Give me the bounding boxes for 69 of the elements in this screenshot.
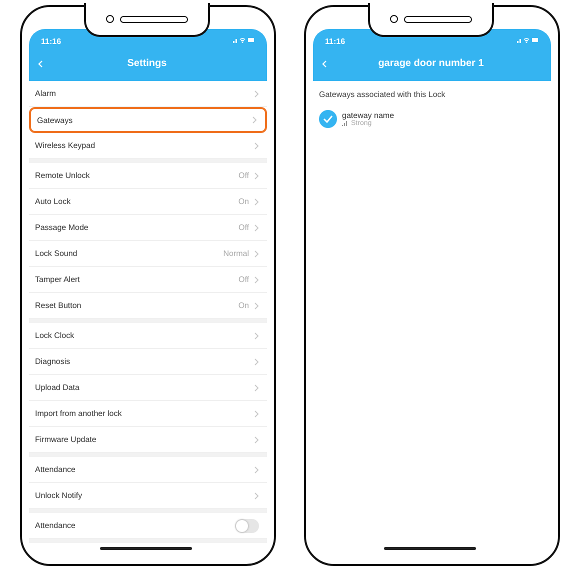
setting-label: Remote Unlock [35,171,91,180]
signal-icon [342,121,348,126]
setting-label: Lock Clock [35,331,76,340]
setting-label: Attendance [35,521,76,530]
screen-title: Settings [126,58,168,69]
chevron-icon [254,384,259,392]
settings-row[interactable]: Auto Lock On [29,189,267,215]
setting-label: Firmware Update [35,435,98,444]
toggle-switch[interactable] [235,518,259,532]
settings-row[interactable]: Gateways [29,107,267,133]
setting-label: Alarm [35,89,57,98]
setting-label: Upload Data [35,383,80,392]
chevron-icon [254,198,259,206]
setting-label: Tamper Alert [35,275,81,284]
chevron-icon [254,276,259,284]
chevron-icon [254,224,259,232]
setting-label: Attendance [35,465,76,474]
settings-row[interactable]: Diagnosis [29,349,267,375]
setting-label: Wireless Keypad [35,141,96,150]
chevron-icon [254,302,259,310]
gateway-name[interactable]: gateway name [342,111,394,120]
back-icon[interactable] [321,60,329,68]
chevron-icon [254,410,259,418]
setting-label: Unlock Notify [35,491,84,500]
screen-title: garage door number 1 [377,58,485,69]
setting-value: On [238,197,249,206]
setting-label: Gateways [37,116,74,124]
chevron-icon [254,90,259,98]
chevron-icon [252,116,257,124]
gateway-avatar-icon [319,110,337,128]
chevron-icon [254,172,259,180]
chevron-icon [254,332,259,340]
setting-value: Off [238,171,249,180]
settings-row[interactable]: Import from another lock [29,401,267,427]
settings-row[interactable]: Remote Unlock Off [29,163,267,189]
settings-row[interactable]: Alarm [29,81,267,107]
setting-value: Off [238,275,249,284]
setting-value: On [238,301,249,310]
setting-value: Off [238,223,249,232]
setting-label: Reset Button [35,301,82,310]
settings-row[interactable]: Tamper Alert Off [29,267,267,293]
chevron-icon [254,436,259,444]
settings-row[interactable]: Attendance [29,513,267,539]
chevron-icon [254,358,259,366]
settings-row[interactable]: Wireless Keypad [29,133,267,159]
setting-label: Lock Sound [35,249,78,258]
settings-row[interactable]: Firmware Update [29,427,267,453]
status-icons [233,37,255,43]
chevron-icon [254,466,259,474]
back-icon[interactable] [37,60,45,68]
setting-label: Auto Lock [35,197,72,206]
settings-row[interactable]: Lock Clock [29,323,267,349]
settings-row[interactable]: Upload Data [29,375,267,401]
section-caption: Gateways associated with this Lock [318,89,446,101]
settings-row[interactable]: Reset Button On [29,293,267,319]
setting-label: Passage Mode [35,223,90,232]
status-icons [517,37,539,43]
chevron-icon [254,142,259,150]
chevron-icon [254,250,259,258]
settings-row[interactable]: Unlock Notify [29,483,267,509]
chevron-icon [254,492,259,500]
settings-row[interactable]: Passage Mode Off [29,215,267,241]
setting-label: Diagnosis [35,357,72,366]
status-time: 11:16 [41,37,62,46]
settings-row[interactable]: Lock Sound Normal [29,241,267,267]
setting-label: Import from another lock [35,409,123,418]
setting-value: Normal [223,249,249,258]
status-time: 11:16 [325,37,346,46]
settings-row[interactable]: Attendance [29,457,267,483]
